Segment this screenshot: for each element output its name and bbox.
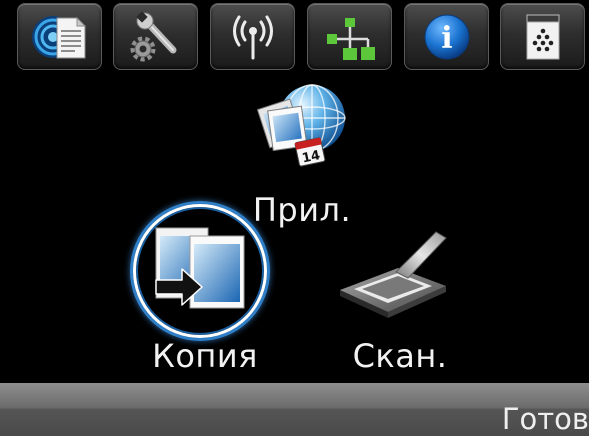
network-icon xyxy=(326,17,375,60)
info-glyph: i xyxy=(441,21,452,56)
web-services-icon xyxy=(31,15,86,58)
supplies-icon xyxy=(526,14,559,59)
apps-globe-calendar-icon: 14 xyxy=(256,84,346,167)
calendar-day: 14 xyxy=(301,148,322,166)
info-icon: i xyxy=(424,14,469,59)
scan-tile[interactable]: Скан. xyxy=(330,226,470,378)
setup-button[interactable] xyxy=(113,3,198,70)
copy-label: Копия xyxy=(152,337,258,375)
copy-icon xyxy=(155,227,245,309)
network-button[interactable] xyxy=(307,3,392,70)
status-text: Готов xyxy=(501,402,589,436)
scan-label: Скан. xyxy=(352,337,448,375)
wireless-icon xyxy=(232,15,273,59)
status-bar: Готов xyxy=(0,383,589,436)
scanner-icon xyxy=(340,231,447,318)
web-services-button[interactable] xyxy=(17,3,102,70)
supplies-button[interactable] xyxy=(500,3,585,70)
info-button[interactable]: i xyxy=(404,3,489,70)
copy-tile[interactable]: Копия xyxy=(130,210,280,378)
setup-wrench-gear-icon xyxy=(130,11,176,61)
wireless-button[interactable] xyxy=(210,3,295,70)
